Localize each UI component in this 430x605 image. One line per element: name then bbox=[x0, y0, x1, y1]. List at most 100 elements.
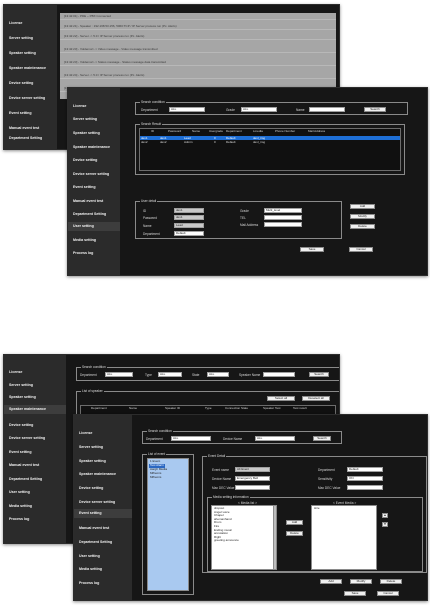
mail-field[interactable] bbox=[264, 222, 302, 227]
media-add-button[interactable]: Add bbox=[286, 520, 303, 525]
table-row[interactable]: dev2 dev2 Admin 0 Default devl_img bbox=[140, 140, 400, 144]
grade-select[interactable]: ALL bbox=[241, 107, 277, 112]
delete-button[interactable]: Delete bbox=[380, 579, 402, 584]
column-header[interactable]: Connection State bbox=[225, 406, 248, 411]
cancel-button[interactable]: Cancel bbox=[349, 247, 373, 252]
sidebar-item-event-setting[interactable]: Event setting bbox=[68, 185, 120, 189]
list-item[interactable]: greeting announce bbox=[214, 539, 239, 543]
column-header[interactable]: Phone Number bbox=[275, 129, 295, 134]
type-select[interactable]: ALL bbox=[158, 372, 182, 377]
column-header[interactable]: Usergrade bbox=[209, 129, 223, 134]
sidebar-item-device-server-setting[interactable]: Device server setting bbox=[68, 172, 120, 176]
sidebar-item-speaker-setting[interactable]: Speaker setting bbox=[4, 395, 66, 399]
sidebar-item-device-server-setting[interactable]: Device server setting bbox=[4, 96, 57, 100]
select-all-button[interactable]: Select all bbox=[267, 396, 295, 401]
event-name-field[interactable]: Alt Event bbox=[235, 467, 270, 472]
modify-button[interactable]: Modify bbox=[350, 579, 372, 584]
column-header[interactable]: ID bbox=[151, 129, 154, 134]
user-department-select[interactable]: Default bbox=[174, 231, 204, 236]
sidebar-item-manual-event-test[interactable]: Manual event test bbox=[68, 199, 120, 203]
department-select[interactable]: ALL bbox=[169, 107, 205, 112]
move-up-button[interactable]: ▲ bbox=[382, 513, 388, 518]
column-header[interactable]: Type bbox=[205, 406, 212, 411]
sidebar-item-server-setting[interactable]: Server setting bbox=[4, 36, 57, 40]
list-item[interactable]: Hire bbox=[314, 506, 320, 511]
event-list[interactable]: 1 Event Test Alarm Aargh Media Mfhemis M… bbox=[147, 458, 189, 591]
id-field[interactable]: dev1 bbox=[174, 208, 204, 213]
sidebar-item-license[interactable]: License bbox=[4, 370, 66, 374]
sidebar-item-speaker-setting[interactable]: Speaker setting bbox=[74, 459, 132, 463]
sidebar-item-speaker-setting[interactable]: Speaker setting bbox=[4, 51, 57, 55]
sidebar-item-department-setting[interactable]: Department Setting bbox=[74, 540, 132, 544]
column-header[interactable]: Password bbox=[168, 129, 181, 134]
sidebar-item-event-setting[interactable]: Event setting bbox=[4, 450, 66, 454]
sidebar-item-device-setting[interactable]: Device setting bbox=[68, 158, 120, 162]
column-header[interactable]: Name bbox=[129, 406, 137, 411]
sidebar-item-event-setting[interactable]: Event setting bbox=[4, 111, 57, 115]
modify-button[interactable]: Modify bbox=[350, 214, 375, 219]
user-table[interactable]: ID Password Name Usergrade Department Lm… bbox=[139, 128, 401, 171]
sidebar-item-server-setting[interactable]: Server setting bbox=[4, 383, 66, 387]
state-select[interactable]: ALL bbox=[207, 372, 229, 377]
search-button[interactable]: Search bbox=[313, 436, 331, 441]
sidebar-item-speaker-maintenance[interactable]: Speaker maintenance bbox=[74, 472, 132, 476]
column-header[interactable]: Test result bbox=[293, 406, 307, 411]
user-name-field[interactable]: Lead bbox=[174, 223, 204, 228]
cancel-button[interactable]: Cancel bbox=[377, 591, 399, 596]
event-media-list[interactable]: Hire bbox=[311, 505, 377, 570]
sidebar-item-server-setting[interactable]: Server setting bbox=[68, 117, 120, 121]
user-grade-select[interactable]: Multi_level bbox=[264, 208, 302, 213]
max-dec-field[interactable] bbox=[235, 485, 270, 490]
sidebar-item-device-server-setting[interactable]: Device server setting bbox=[4, 436, 66, 440]
scrollbar[interactable] bbox=[273, 506, 276, 569]
sidebar-item-process-log[interactable]: Process log bbox=[74, 581, 132, 585]
sidebar-item-device-setting[interactable]: Device setting bbox=[74, 486, 132, 490]
sidebar-item-manual-event-test[interactable]: Manual event test bbox=[4, 126, 57, 130]
sidebar-item-process-log[interactable]: Process log bbox=[4, 517, 66, 521]
search-button[interactable]: Search bbox=[364, 107, 386, 112]
sidebar-item-department-setting[interactable]: Department Setting bbox=[68, 212, 120, 216]
sidebar-item-license[interactable]: License bbox=[74, 431, 132, 435]
save-button[interactable]: Save bbox=[300, 247, 324, 252]
sidebar-item-media-setting[interactable]: Media setting bbox=[74, 567, 132, 571]
sidebar-item-department-setting[interactable]: Department Setting bbox=[4, 136, 57, 140]
device-name-select[interactable]: ALL bbox=[255, 436, 295, 441]
sidebar-item-device-setting[interactable]: Device setting bbox=[4, 423, 66, 427]
sidebar-item-device-setting[interactable]: Device setting bbox=[4, 81, 57, 85]
add-button[interactable]: Add bbox=[320, 579, 342, 584]
department-select[interactable]: ALL bbox=[171, 436, 211, 441]
save-button[interactable]: Save bbox=[344, 591, 366, 596]
column-header[interactable]: Department bbox=[91, 406, 107, 411]
sidebar-item-manual-event-test[interactable]: Manual event test bbox=[4, 463, 66, 467]
sidebar-item-user-setting[interactable]: User setting bbox=[4, 490, 66, 494]
media-list[interactable]: dropout Angel voice Chapel ahemanhand Dr… bbox=[211, 505, 277, 570]
sensitivity-select[interactable]: ON bbox=[347, 476, 383, 481]
sidebar-item-license[interactable]: License bbox=[4, 21, 57, 25]
sidebar-item-media-setting[interactable]: Media setting bbox=[4, 504, 66, 508]
column-header[interactable]: Department bbox=[226, 129, 242, 134]
sidebar-item-manual-event-test[interactable]: Manual event test bbox=[74, 526, 132, 530]
sidebar-item-server-setting[interactable]: Server setting bbox=[74, 445, 132, 449]
delete-button[interactable]: Delete bbox=[350, 224, 375, 229]
column-header[interactable]: Name bbox=[192, 129, 200, 134]
name-input[interactable] bbox=[309, 107, 345, 112]
sidebar-item-device-server-setting[interactable]: Device server setting bbox=[74, 500, 132, 504]
search-button[interactable]: Search bbox=[309, 372, 329, 377]
sidebar-item-speaker-maintenance[interactable]: Speaker maintenance bbox=[4, 405, 66, 414]
column-header[interactable]: Speaker ID bbox=[165, 406, 180, 411]
sidebar-item-license[interactable]: License bbox=[68, 104, 120, 108]
password-field[interactable]: dev1 bbox=[174, 215, 204, 220]
sidebar-item-process-log[interactable]: Process log bbox=[68, 251, 120, 255]
department-select[interactable]: ALL bbox=[105, 372, 133, 377]
sidebar-item-speaker-maintenance[interactable]: Speaker maintenance bbox=[4, 66, 57, 70]
sidebar-item-user-setting[interactable]: User setting bbox=[74, 554, 132, 558]
sidebar-item-user-setting[interactable]: User setting bbox=[68, 222, 120, 231]
sidebar-item-department-setting[interactable]: Department Setting bbox=[4, 477, 66, 481]
tel-field[interactable] bbox=[264, 215, 302, 220]
event-device-name-select[interactable]: Emergency Bell bbox=[235, 476, 270, 481]
event-department-select[interactable]: Default bbox=[347, 467, 383, 472]
add-button[interactable]: Add bbox=[350, 204, 375, 209]
sidebar-item-speaker-maintenance[interactable]: Speaker maintenance bbox=[68, 145, 120, 149]
sidebar-item-event-setting[interactable]: Event setting bbox=[74, 509, 132, 518]
column-header[interactable]: Lmedia bbox=[253, 129, 263, 134]
